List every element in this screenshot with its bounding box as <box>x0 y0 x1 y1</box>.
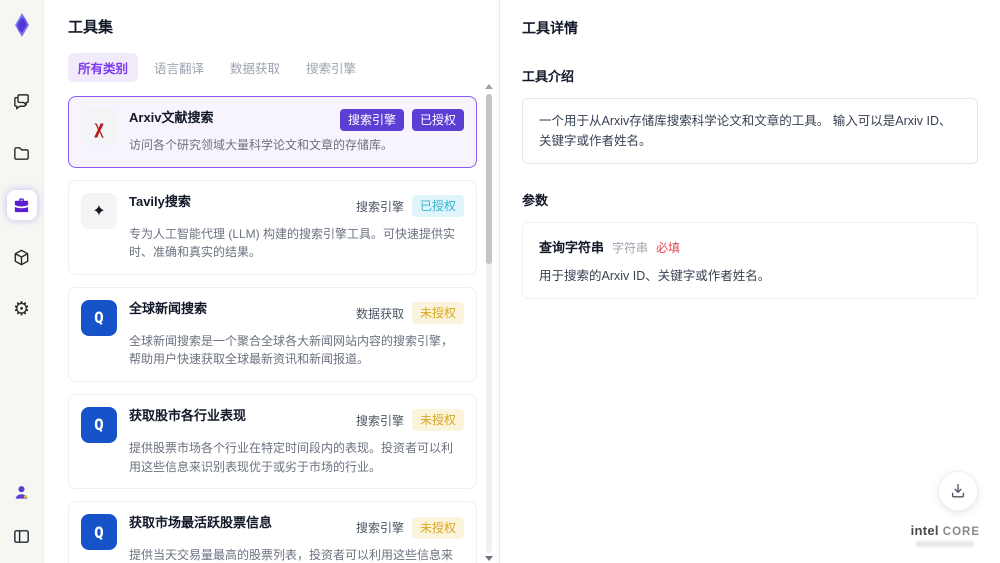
tool-card-arxiv[interactable]: χ Arxiv文献搜索 搜索引擎 已授权 访问各个研究领域大量科学论文和文章的存… <box>68 96 477 168</box>
q-glyph: Q <box>94 415 104 435</box>
status-badge: 未授权 <box>411 516 464 539</box>
brand-subtext-blur <box>916 541 975 547</box>
sparkle-glyph: ✦ <box>92 202 106 220</box>
sidebar-rail: ⚙ <box>0 0 44 563</box>
intel-wordmark: intel <box>910 523 939 538</box>
tool-body: 全球新闻搜索 数据获取 未授权 全球新闻搜索是一个聚合全球各大新闻网站内容的搜索… <box>129 300 464 369</box>
param-name: 查询字符串 <box>539 240 605 255</box>
tool-description: 专为人工智能代理 (LLM) 构建的搜索引擎工具。可快速提供实时、准确和真实的结… <box>129 226 456 260</box>
stocks-search-icon: Q <box>81 514 117 551</box>
intel-core-logo: intel CORE <box>911 523 980 547</box>
category-label: 搜索引擎 <box>355 199 404 214</box>
scrollbar-thumb[interactable] <box>486 94 492 264</box>
panel-toggle-icon[interactable] <box>7 521 37 551</box>
tab-search-engine[interactable]: 搜索引擎 <box>296 53 366 82</box>
arxiv-glyph: χ <box>94 115 104 138</box>
tool-name: Tavily搜索 <box>129 193 191 209</box>
detail-panel: 工具详情 工具介绍 一个用于从Arxiv存储库搜索科学论文和文章的工具。 输入可… <box>500 0 1000 563</box>
tool-description: 提供当天交易量最高的股票列表，投资者可以利用这些信息来识别流动性强的股票和潜在的… <box>129 548 454 563</box>
app-window: ⚙ 工具集 所有类别 语言翻译 数据获取 搜索引擎 χ Arxiv文献搜索 搜索… <box>0 0 1000 563</box>
market-search-icon: Q <box>81 406 117 443</box>
intro-heading: 工具介绍 <box>522 69 575 84</box>
arxiv-icon: χ <box>81 109 117 145</box>
download-icon <box>951 484 965 498</box>
status-badge: 已授权 <box>411 109 464 131</box>
tool-card-tavily[interactable]: ✦ Tavily搜索 搜索引擎 已授权 专为人工智能代理 (LLM) 构建的搜索… <box>68 179 477 275</box>
tab-all-categories[interactable]: 所有类别 <box>68 53 139 82</box>
param-required-badge: 必填 <box>656 241 681 255</box>
news-search-icon: Q <box>81 299 117 336</box>
detail-title: 工具详情 <box>522 20 578 36</box>
tool-name: 获取股市各行业表现 <box>129 407 247 423</box>
tool-description: 访问各个研究领域大量科学论文和文章的存储库。 <box>129 138 394 152</box>
tool-description: 全球新闻搜索是一个聚合全球各大新闻网站内容的搜索引擎，帮助用户快速获取全球最新资… <box>129 333 454 367</box>
list-scrollbar[interactable] <box>485 84 493 563</box>
tool-name: 获取市场最活跃股票信息 <box>129 515 273 531</box>
user-avatar-icon[interactable] <box>7 477 37 507</box>
params-heading: 参数 <box>522 193 549 208</box>
tool-body: 获取股市各行业表现 搜索引擎 未授权 提供股票市场各个行业在特定时间段内的表现。… <box>129 407 464 476</box>
param-type: 字符串 <box>612 241 649 255</box>
tool-card-global-news[interactable]: Q 全球新闻搜索 数据获取 未授权 全球新闻搜索是一个聚合全球各大新闻网站内容的… <box>68 286 477 382</box>
nav-chat-icon[interactable] <box>7 86 37 116</box>
core-wordmark: CORE <box>942 526 980 538</box>
tool-name: Arxiv文献搜索 <box>129 110 214 125</box>
category-label: 数据获取 <box>355 306 404 321</box>
param-description: 用于搜索的Arxiv ID、关键字或作者姓名。 <box>539 269 771 283</box>
parameter-card: 查询字符串 字符串 必填 用于搜索的Arxiv ID、关键字或作者姓名。 <box>522 222 978 299</box>
nav-folder-icon[interactable] <box>7 138 37 168</box>
category-label: 搜索引擎 <box>355 521 404 536</box>
tab-language-translation[interactable]: 语言翻译 <box>144 53 214 82</box>
tab-data-fetch[interactable]: 数据获取 <box>220 53 290 82</box>
gear-icon: ⚙ <box>12 298 31 320</box>
page-title: 工具集 <box>68 19 114 36</box>
q-glyph: Q <box>94 308 104 328</box>
q-glyph: Q <box>94 522 104 542</box>
app-logo-icon <box>9 12 35 38</box>
category-label: 搜索引擎 <box>355 413 404 428</box>
category-badge: 搜索引擎 <box>339 109 404 131</box>
tool-body: Tavily搜索 搜索引擎 已授权 专为人工智能代理 (LLM) 构建的搜索引擎… <box>129 193 464 262</box>
tools-panel: 工具集 所有类别 语言翻译 数据获取 搜索引擎 χ Arxiv文献搜索 搜索引擎… <box>44 0 500 563</box>
tool-list: χ Arxiv文献搜索 搜索引擎 已授权 访问各个研究领域大量科学论文和文章的存… <box>68 96 477 563</box>
scroll-down-arrow[interactable] <box>485 556 493 561</box>
nav-settings-icon[interactable]: ⚙ <box>7 294 37 324</box>
status-badge: 未授权 <box>411 409 464 432</box>
tool-body: 获取市场最活跃股票信息 搜索引擎 未授权 提供当天交易量最高的股票列表，投资者可… <box>129 514 464 563</box>
status-badge: 未授权 <box>411 302 464 325</box>
scroll-up-arrow[interactable] <box>485 84 493 89</box>
status-badge: 已授权 <box>411 195 464 218</box>
nav-toolbox-icon[interactable] <box>6 190 37 220</box>
sidebar-nav: ⚙ <box>6 86 37 324</box>
tool-description: 提供股票市场各个行业在特定时间段内的表现。投资者可以利用这些信息来识别表现优于或… <box>129 440 454 474</box>
tool-name: 全球新闻搜索 <box>129 300 208 316</box>
tool-body: Arxiv文献搜索 搜索引擎 已授权 访问各个研究领域大量科学论文和文章的存储库… <box>129 109 464 155</box>
intro-box: 一个用于从Arxiv存储库搜索科学论文和文章的工具。 输入可以是Arxiv ID… <box>522 98 978 164</box>
intro-text: 一个用于从Arxiv存储库搜索科学论文和文章的工具。 输入可以是Arxiv ID… <box>539 114 952 148</box>
sparkle-icon: ✦ <box>81 192 117 229</box>
sidebar-bottom <box>7 477 37 551</box>
tool-card-active-stocks[interactable]: Q 获取市场最活跃股票信息 搜索引擎 未授权 提供当天交易量最高的股票列表，投资… <box>68 501 477 563</box>
download-button[interactable] <box>938 471 978 511</box>
tool-card-sector-performance[interactable]: Q 获取股市各行业表现 搜索引擎 未授权 提供股票市场各个行业在特定时间段内的表… <box>68 393 477 490</box>
category-tabs: 所有类别 语言翻译 数据获取 搜索引擎 <box>68 53 477 82</box>
nav-cube-icon[interactable] <box>7 242 37 272</box>
